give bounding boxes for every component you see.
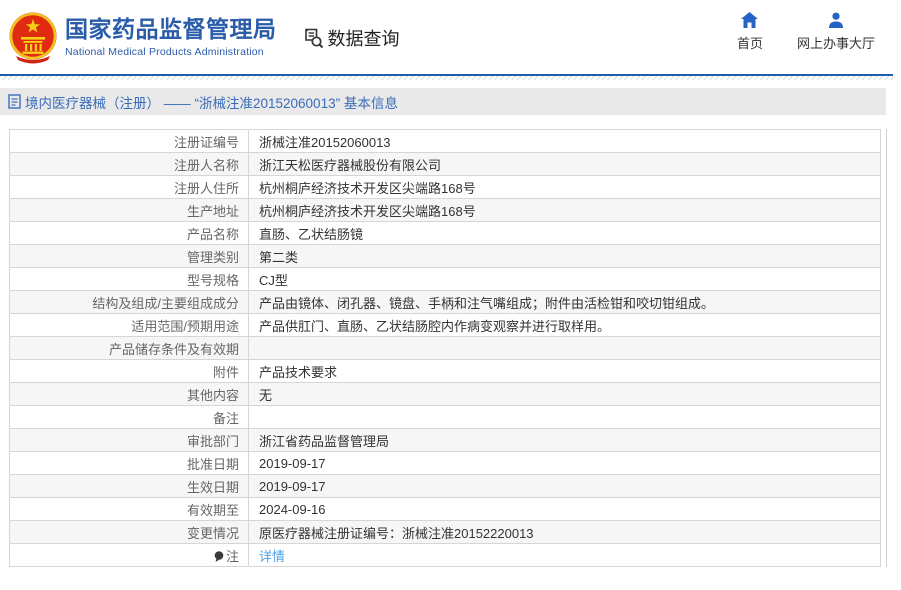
table-row: 变更情况 原医疗器械注册证编号：浙械注准20152220013 xyxy=(9,520,881,544)
row-label: 生效日期 xyxy=(9,474,249,498)
table-row: 附件 产品技术要求 xyxy=(9,359,881,383)
row-label: 生产地址 xyxy=(9,198,249,222)
row-label: 注册人住所 xyxy=(9,175,249,199)
row-label: 型号规格 xyxy=(9,267,249,291)
row-label: 产品名称 xyxy=(9,221,249,245)
row-label: 注册证编号 xyxy=(9,129,249,153)
data-query-section: 数据查询 xyxy=(302,25,400,51)
row-value xyxy=(248,336,881,360)
page-header: 国家药品监督管理局 National Medical Products Admi… xyxy=(0,0,901,74)
table-row: 型号规格 CJ型 xyxy=(9,267,881,291)
row-value: 2019-09-17 xyxy=(248,474,881,498)
table-row: 审批部门 浙江省药品监督管理局 xyxy=(9,428,881,452)
row-label: 产品储存条件及有效期 xyxy=(9,336,249,360)
row-label: 附件 xyxy=(9,359,249,383)
row-label: 其他内容 xyxy=(9,382,249,406)
table-row: 批准日期 2019-09-17 xyxy=(9,451,881,475)
table-row: 结构及组成/主要组成成分 产品由镜体、闭孔器、镜盘、手柄和注气嘴组成；附件由活检钳… xyxy=(9,290,881,314)
national-emblem-logo xyxy=(9,12,57,64)
row-value: 第二类 xyxy=(248,244,881,268)
table-row: 备注 xyxy=(9,405,881,429)
details-link[interactable]: 详情 xyxy=(259,549,285,564)
table-row: 注详情 xyxy=(9,543,881,567)
row-label: 备注 xyxy=(9,405,249,429)
row-label: 注 xyxy=(9,543,249,567)
row-value: CJ型 xyxy=(248,267,881,291)
row-value: 杭州桐庐经济技术开发区尖端路168号 xyxy=(248,175,881,199)
table-row: 管理类别 第二类 xyxy=(9,244,881,268)
table-row: 产品储存条件及有效期 xyxy=(9,336,881,360)
data-query-label: 数据查询 xyxy=(327,29,400,49)
nav-online-hall[interactable]: 网上办事大厅 xyxy=(797,12,875,52)
header-divider-hatch xyxy=(0,76,893,80)
row-value: 2024-09-16 xyxy=(248,497,881,521)
row-label: 批准日期 xyxy=(9,451,249,475)
table-row: 生产地址 杭州桐庐经济技术开发区尖端路168号 xyxy=(9,198,881,222)
table-row: 注册人名称 浙江天松医疗器械股份有限公司 xyxy=(9,152,881,176)
table-row: 适用范围/预期用途 产品供肛门、直肠、乙状结肠腔内作病变观察并进行取样用。 xyxy=(9,313,881,337)
table-row: 注册人住所 杭州桐庐经济技术开发区尖端路168号 xyxy=(9,175,881,199)
row-label: 审批部门 xyxy=(9,428,249,452)
note-icon xyxy=(214,550,224,562)
registration-info-panel: 注册证编号 浙械注准20152060013 注册人名称 浙江天松医疗器械股份有限公司注… xyxy=(9,129,887,567)
row-value: 浙江省药品监督管理局 xyxy=(248,428,881,452)
row-value: 浙械注准20152060013 xyxy=(248,129,881,153)
table-row: 生效日期 2019-09-17 xyxy=(9,474,881,498)
row-label: 变更情况 xyxy=(9,520,249,544)
org-title-block: 国家药品监督管理局 National Medical Products Admi… xyxy=(65,16,277,57)
table-row: 有效期至 2024-09-16 xyxy=(9,497,881,521)
org-name-zh: 国家药品监督管理局 xyxy=(65,16,277,43)
row-label: 有效期至 xyxy=(9,497,249,521)
row-label: 管理类别 xyxy=(9,244,249,268)
row-value: 2019-09-17 xyxy=(248,451,881,475)
row-label: 结构及组成/主要组成成分 xyxy=(9,290,249,314)
nav-online-hall-label: 网上办事大厅 xyxy=(796,36,875,51)
row-value: 产品技术要求 xyxy=(248,359,881,383)
table-row: 产品名称 直肠、乙状结肠镜 xyxy=(9,221,881,245)
row-value: 浙江天松医疗器械股份有限公司 xyxy=(248,152,881,176)
user-icon xyxy=(828,12,843,28)
table-row: 其他内容无 xyxy=(9,382,881,406)
home-icon xyxy=(741,12,759,28)
info-table-body: 注册证编号 浙械注准20152060013 注册人名称 浙江天松医疗器械股份有限公司注… xyxy=(9,129,881,567)
row-value: 直肠、乙状结肠镜 xyxy=(248,221,881,245)
row-value: 详情 xyxy=(248,543,881,567)
breadcrumb: 境内医疗器械（注册） —— “浙械注准20152060013” 基本信息 xyxy=(0,88,886,115)
data-query-icon xyxy=(304,28,323,48)
nav-home[interactable]: 首页 xyxy=(737,12,763,52)
org-name-en: National Medical Products Administration xyxy=(65,45,264,58)
row-value: 产品供肛门、直肠、乙状结肠腔内作病变观察并进行取样用。 xyxy=(248,313,881,337)
row-value xyxy=(248,405,881,429)
breadcrumb-text: 境内医疗器械（注册） —— “浙械注准20152060013” 基本信息 xyxy=(25,95,398,111)
row-label: 适用范围/预期用途 xyxy=(9,313,249,337)
row-value: 杭州桐庐经济技术开发区尖端路168号 xyxy=(248,198,881,222)
table-row: 注册证编号 浙械注准20152060013 xyxy=(9,129,881,153)
info-table: 注册证编号 浙械注准20152060013 注册人名称 浙江天松医疗器械股份有限公司注… xyxy=(9,129,881,567)
row-value: 原医疗器械注册证编号：浙械注准20152220013 xyxy=(248,520,881,544)
row-label: 注册人名称 xyxy=(9,152,249,176)
document-icon xyxy=(8,94,21,109)
header-nav: 首页 网上办事大厅 xyxy=(737,12,875,52)
nav-home-label: 首页 xyxy=(736,36,763,51)
row-value: 无 xyxy=(248,382,881,406)
row-value: 产品由镜体、闭孔器、镜盘、手柄和注气嘴组成；附件由活检钳和咬切钳组成。 xyxy=(248,290,881,314)
